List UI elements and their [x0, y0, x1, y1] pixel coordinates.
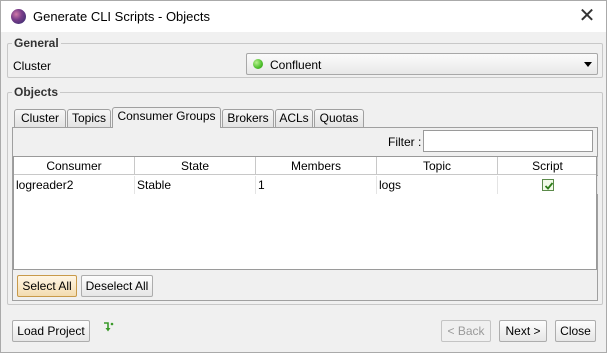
back-button[interactable]: < Back	[441, 320, 491, 342]
script-cell	[498, 176, 598, 194]
check-icon	[544, 182, 554, 190]
column-header-members[interactable]: Members	[256, 157, 377, 175]
deselect-all-button[interactable]: Deselect All	[81, 275, 153, 297]
objects-group: Objects Cluster Topics Consumer Groups B…	[7, 85, 603, 305]
title-bar: Generate CLI Scripts - Objects ✕	[1, 1, 606, 32]
tab-consumer-groups[interactable]: Consumer Groups	[112, 107, 221, 128]
consumer-cell: logreader2	[14, 176, 135, 194]
script-checkbox[interactable]	[542, 179, 554, 191]
load-project-button[interactable]: Load Project	[12, 320, 90, 342]
chevron-down-icon	[584, 62, 592, 67]
close-button[interactable]: Close	[555, 320, 596, 342]
column-header-consumer[interactable]: Consumer	[14, 157, 135, 175]
general-group: General Cluster Confluent	[7, 36, 603, 78]
column-header-script[interactable]: Script	[498, 157, 598, 175]
cluster-select[interactable]: Confluent	[246, 53, 598, 75]
consumer-groups-panel: Filter : Consumer State Members Topic Sc…	[12, 127, 598, 301]
dialog-window: Generate CLI Scripts - Objects ✕ General…	[0, 0, 607, 353]
next-button[interactable]: Next >	[499, 320, 547, 342]
tab-quotas[interactable]: Quotas	[314, 109, 364, 127]
green-arrow-down-icon[interactable]	[102, 321, 116, 335]
filter-input[interactable]	[423, 130, 593, 152]
tab-brokers[interactable]: Brokers	[222, 109, 274, 127]
table-row[interactable]: logreader2 Stable 1 logs	[14, 176, 598, 194]
filter-label: Filter :	[388, 135, 422, 149]
column-header-state[interactable]: State	[135, 157, 256, 175]
tab-cluster[interactable]: Cluster	[14, 109, 66, 127]
tab-topics[interactable]: Topics	[67, 109, 111, 127]
tab-acls[interactable]: ACLs	[275, 109, 313, 127]
cluster-select-value: Confluent	[270, 58, 322, 72]
state-cell: Stable	[135, 176, 256, 194]
objects-group-label: Objects	[12, 85, 61, 99]
consumer-groups-table: Consumer State Members Topic Script logr…	[13, 156, 598, 270]
members-cell: 1	[256, 176, 377, 194]
connected-status-icon	[253, 59, 263, 69]
topic-cell: logs	[377, 176, 498, 194]
table-header: Consumer State Members Topic Script	[14, 157, 598, 175]
column-header-topic[interactable]: Topic	[377, 157, 498, 175]
select-all-button[interactable]: Select All	[17, 275, 77, 297]
window-title: Generate CLI Scripts - Objects	[33, 9, 211, 24]
cluster-label: Cluster	[13, 59, 52, 73]
close-window-button[interactable]: ✕	[576, 5, 598, 27]
app-logo-icon	[11, 9, 26, 24]
general-group-label: General	[12, 36, 61, 50]
